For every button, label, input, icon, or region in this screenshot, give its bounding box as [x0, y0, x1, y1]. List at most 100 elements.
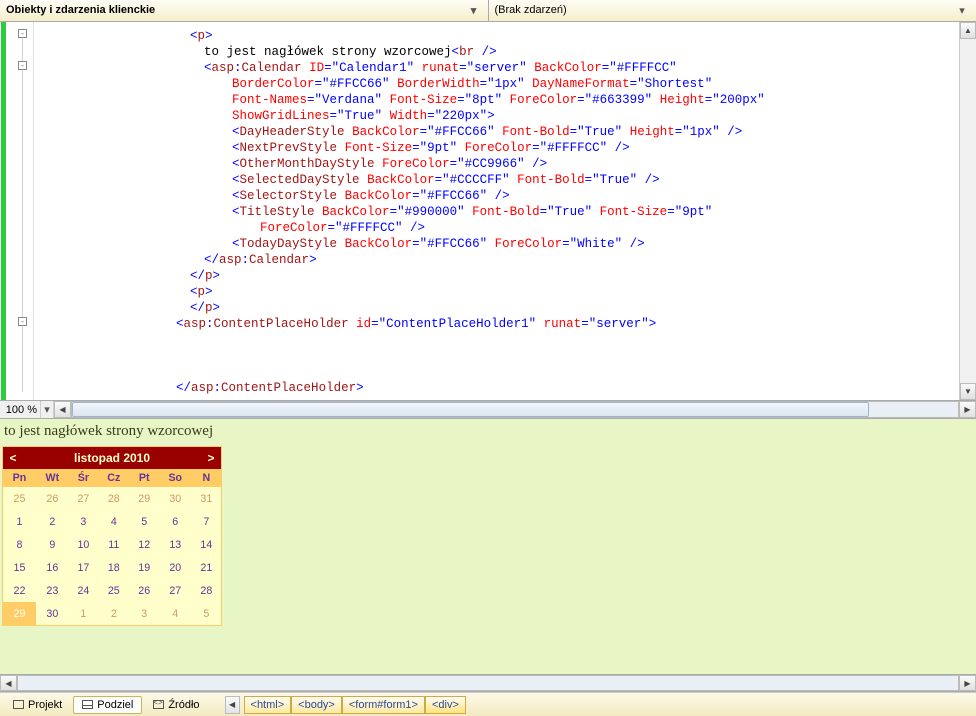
calendar-day-cell[interactable]: 4: [159, 602, 192, 625]
fold-toggle-icon[interactable]: -: [18, 317, 27, 326]
breadcrumb-scroll-left[interactable]: ◀: [225, 696, 240, 714]
calendar-day-cell[interactable]: 25: [3, 487, 36, 510]
calendar-day-cell[interactable]: 5: [130, 510, 159, 533]
code-line[interactable]: <asp:Calendar ID="Calendar1" runat="serv…: [42, 60, 959, 76]
horizontal-scrollbar[interactable]: ◀ ▶: [54, 401, 976, 418]
calendar-day-cell[interactable]: 24: [69, 579, 98, 602]
code-line[interactable]: Font-Names="Verdana" Font-Size="8pt" For…: [42, 92, 959, 108]
code-line[interactable]: <SelectorStyle BackColor="#FFCC66" />: [42, 188, 959, 204]
calendar-next-button[interactable]: >: [201, 451, 221, 465]
vertical-scrollbar[interactable]: ▲ ▼: [959, 22, 976, 400]
zoom-dropdown[interactable]: ▾: [40, 401, 54, 418]
code-line[interactable]: </p>: [42, 300, 959, 316]
calendar-day-cell[interactable]: 26: [130, 579, 159, 602]
calendar-day-cell[interactable]: 29: [130, 487, 159, 510]
preview-horizontal-scrollbar[interactable]: ◀ ▶: [0, 675, 976, 692]
breadcrumb-item[interactable]: <div>: [425, 696, 466, 714]
calendar-day-cell[interactable]: 27: [159, 579, 192, 602]
calendar-day-cell[interactable]: 3: [69, 510, 98, 533]
fold-toggle-icon[interactable]: -: [18, 29, 27, 38]
fold-toggle-icon[interactable]: -: [18, 61, 27, 70]
calendar-day-cell[interactable]: 11: [98, 533, 130, 556]
calendar-day-cell[interactable]: 7: [192, 510, 221, 533]
code-line[interactable]: ShowGridLines="True" Width="220px">: [42, 108, 959, 124]
calendar-day-cell[interactable]: 15: [3, 556, 36, 579]
calendar-day-cell[interactable]: 5: [192, 602, 221, 625]
calendar-day-cell[interactable]: 30: [36, 602, 69, 625]
code-line[interactable]: <TitleStyle BackColor="#990000" Font-Bol…: [42, 204, 959, 220]
calendar-day-cell[interactable]: 12: [130, 533, 159, 556]
calendar-day-cell[interactable]: 4: [98, 510, 130, 533]
code-line[interactable]: [42, 364, 959, 380]
code-line[interactable]: <SelectedDayStyle BackColor="#CCCCFF" Fo…: [42, 172, 959, 188]
calendar-day-cell[interactable]: 2: [36, 510, 69, 533]
calendar-day-cell[interactable]: 3: [130, 602, 159, 625]
scroll-track[interactable]: [71, 401, 959, 418]
calendar-day-cell[interactable]: 31: [192, 487, 221, 510]
scroll-track[interactable]: [17, 675, 959, 691]
code-line[interactable]: [42, 332, 959, 348]
objects-dropdown-label: Obiekty i zdarzenia klienckie: [6, 4, 155, 16]
code-line[interactable]: </asp:Calendar>: [42, 252, 959, 268]
calendar-day-cell[interactable]: 14: [192, 533, 221, 556]
code-line[interactable]: [42, 348, 959, 364]
code-line[interactable]: <NextPrevStyle Font-Size="9pt" ForeColor…: [42, 140, 959, 156]
code-line[interactable]: <p>: [42, 284, 959, 300]
calendar-day-cell[interactable]: 26: [36, 487, 69, 510]
code-line[interactable]: <p>: [42, 28, 959, 44]
code-text-area[interactable]: <p>to jest nagłówek strony wzorcowej<br …: [34, 22, 959, 400]
objects-dropdown[interactable]: Obiekty i zdarzenia klienckie ▾: [0, 0, 489, 21]
scroll-down-icon[interactable]: ▼: [960, 383, 976, 400]
calendar-day-cell[interactable]: 13: [159, 533, 192, 556]
calendar-prev-button[interactable]: <: [3, 451, 23, 465]
calendar-day-cell[interactable]: 18: [98, 556, 130, 579]
view-podziel-button[interactable]: Podziel: [73, 696, 142, 714]
view-źródło-button[interactable]: Źródło: [144, 696, 208, 714]
calendar-day-cell[interactable]: 29: [3, 602, 36, 625]
code-line[interactable]: </p>: [42, 268, 959, 284]
design-preview[interactable]: to jest nagłówek strony wzorcowej < list…: [0, 419, 976, 675]
calendar-day-cell[interactable]: 8: [3, 533, 36, 556]
code-gutter: - - -: [0, 22, 34, 400]
code-line[interactable]: <TodayDayStyle BackColor="#FFCC66" ForeC…: [42, 236, 959, 252]
code-line[interactable]: to jest nagłówek strony wzorcowej<br />: [42, 44, 959, 60]
view-projekt-button[interactable]: Projekt: [4, 696, 71, 714]
calendar-day-cell[interactable]: 28: [192, 579, 221, 602]
calendar-day-cell[interactable]: 19: [130, 556, 159, 579]
calendar-day-cell[interactable]: 27: [69, 487, 98, 510]
calendar-day-cell[interactable]: 22: [3, 579, 36, 602]
scroll-thumb[interactable]: [72, 402, 869, 417]
calendar-day-cell[interactable]: 9: [36, 533, 69, 556]
calendar-day-cell[interactable]: 6: [159, 510, 192, 533]
code-line[interactable]: <DayHeaderStyle BackColor="#FFCC66" Font…: [42, 124, 959, 140]
calendar-control[interactable]: < listopad 2010 > PnWtŚrCzPtSoN 25262728…: [2, 446, 222, 626]
breadcrumb-item[interactable]: <html>: [244, 696, 292, 714]
calendar-day-cell[interactable]: 17: [69, 556, 98, 579]
code-editor[interactable]: - - - <p>to jest nagłówek strony wzorcow…: [0, 22, 976, 401]
calendar-day-cell[interactable]: 1: [69, 602, 98, 625]
calendar-day-cell[interactable]: 16: [36, 556, 69, 579]
calendar-day-cell[interactable]: 20: [159, 556, 192, 579]
breadcrumb-item[interactable]: <body>: [291, 696, 342, 714]
breadcrumb-item[interactable]: <form#form1>: [342, 696, 425, 714]
calendar-day-cell[interactable]: 30: [159, 487, 192, 510]
scroll-right-icon[interactable]: ▶: [959, 675, 976, 691]
calendar-day-cell[interactable]: 21: [192, 556, 221, 579]
calendar-day-cell[interactable]: 23: [36, 579, 69, 602]
calendar-day-cell[interactable]: 10: [69, 533, 98, 556]
code-line[interactable]: </asp:ContentPlaceHolder>: [42, 380, 959, 396]
code-line[interactable]: <OtherMonthDayStyle ForeColor="#CC9966" …: [42, 156, 959, 172]
code-line[interactable]: BorderColor="#FFCC66" BorderWidth="1px" …: [42, 76, 959, 92]
scroll-left-icon[interactable]: ◀: [0, 675, 17, 691]
events-dropdown[interactable]: (Brak zdarzeń) ▾: [489, 0, 976, 21]
scroll-right-icon[interactable]: ▶: [959, 401, 976, 418]
scroll-left-icon[interactable]: ◀: [54, 401, 71, 418]
scroll-track[interactable]: [960, 39, 976, 383]
calendar-day-cell[interactable]: 28: [98, 487, 130, 510]
calendar-day-cell[interactable]: 1: [3, 510, 36, 533]
code-line[interactable]: <asp:ContentPlaceHolder id="ContentPlace…: [42, 316, 959, 332]
calendar-day-cell[interactable]: 2: [98, 602, 130, 625]
calendar-day-cell[interactable]: 25: [98, 579, 130, 602]
code-line[interactable]: ForeColor="#FFFFCC" />: [42, 220, 959, 236]
scroll-up-icon[interactable]: ▲: [960, 22, 976, 39]
